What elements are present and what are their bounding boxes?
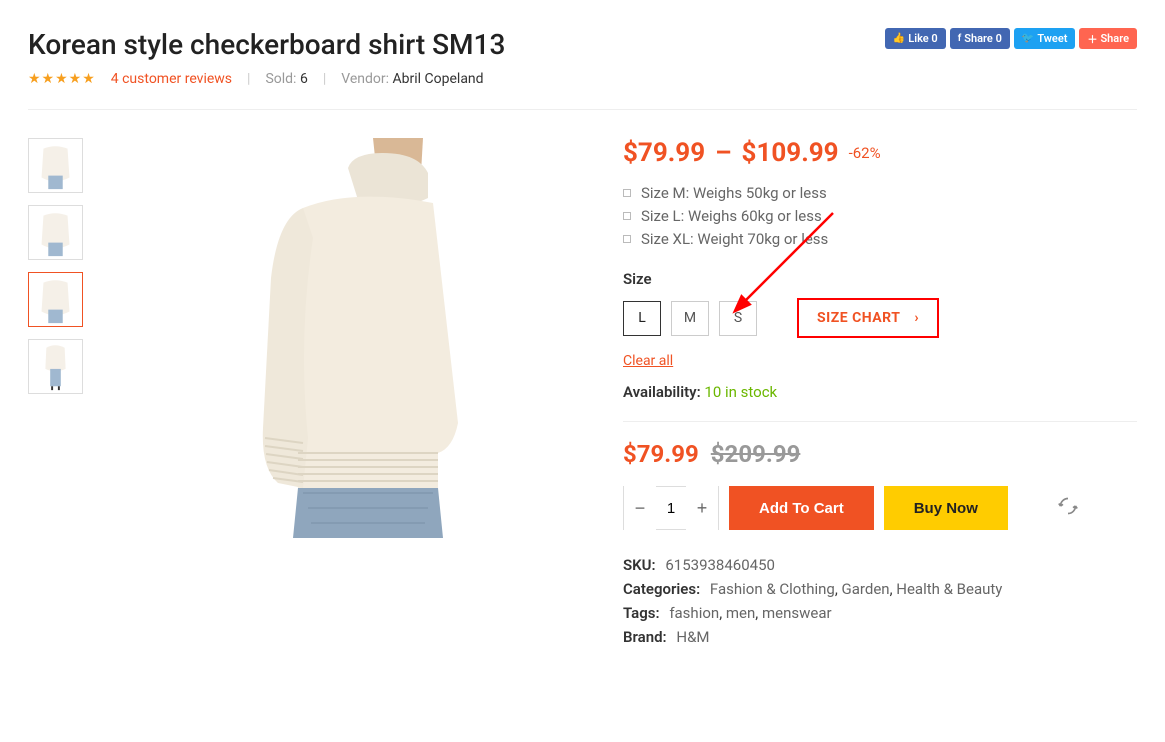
size-option-s[interactable]: S (719, 301, 757, 336)
list-item: Size M: Weighs 50kg or less (623, 184, 1137, 202)
quantity-stepper[interactable]: − + (623, 486, 719, 530)
divider: | (323, 71, 326, 87)
size-chart-button[interactable]: SIZE CHART › (797, 298, 939, 338)
vendor: Vendor: Abril Copeland (341, 71, 483, 87)
availability: Availability: 10 in stock (623, 383, 1137, 401)
compare-icon[interactable] (1058, 496, 1078, 520)
tag-link[interactable]: men (726, 604, 755, 622)
size-option-l[interactable]: L (623, 301, 661, 336)
divider (623, 421, 1137, 422)
thumbs-up-icon: 👍 (893, 33, 905, 44)
plus-icon: ＋ (1087, 31, 1097, 46)
chevron-right-icon: › (914, 310, 919, 326)
qty-minus-button[interactable]: − (624, 486, 656, 530)
fb-share-button[interactable]: fShare 0 (950, 28, 1010, 49)
thumbnail[interactable] (28, 339, 83, 394)
tweet-button[interactable]: 🐦Tweet (1014, 28, 1076, 49)
thumbnail[interactable] (28, 205, 83, 260)
final-price: $79.99 $209.99 (623, 440, 1137, 468)
categories-row: Categories: Fashion & Clothing, Garden, … (623, 580, 1137, 598)
clear-all-link[interactable]: Clear all (623, 353, 673, 369)
reviews-link[interactable]: 4 customer reviews (111, 71, 232, 87)
divider: | (247, 71, 250, 87)
rating-stars: ★★★★★ (28, 71, 96, 87)
buy-now-button[interactable]: Buy Now (884, 486, 1008, 530)
size-option-m[interactable]: M (671, 301, 709, 336)
price-range: $79.99 – $109.99 -62% (623, 138, 1137, 168)
fb-like-button[interactable]: 👍Like 0 (885, 28, 946, 49)
fb-icon: f (958, 33, 962, 44)
main-product-image[interactable] (113, 138, 593, 568)
size-label: Size (623, 270, 1137, 288)
tags-row: Tags: fashion, men, menswear (623, 604, 1137, 622)
qty-plus-button[interactable]: + (686, 486, 718, 530)
sold-label: Sold: 6 (265, 71, 307, 87)
product-title: Korean style checkerboard shirt SM13 (28, 28, 505, 61)
category-link[interactable]: Fashion & Clothing (710, 580, 835, 598)
category-link[interactable]: Health & Beauty (896, 580, 1002, 598)
size-notes: Size M: Weighs 50kg or less Size L: Weig… (623, 184, 1137, 248)
brand-row: Brand: H&M (623, 628, 1137, 646)
thumbnail-list (28, 138, 83, 652)
list-item: Size L: Weighs 60kg or less (623, 207, 1137, 225)
thumbnail[interactable] (28, 272, 83, 327)
add-to-cart-button[interactable]: Add To Cart (729, 486, 874, 530)
divider (28, 109, 1137, 110)
category-link[interactable]: Garden (842, 580, 890, 598)
tag-link[interactable]: fashion (669, 604, 719, 622)
qty-input[interactable] (656, 500, 686, 517)
addthis-share-button[interactable]: ＋Share (1079, 28, 1137, 49)
brand-link[interactable]: H&M (676, 628, 709, 646)
sku-row: SKU: 6153938460450 (623, 556, 1137, 574)
twitter-icon: 🐦 (1022, 33, 1034, 44)
list-item: Size XL: Weight 70kg or less (623, 230, 1137, 248)
tag-link[interactable]: menswear (762, 604, 832, 622)
thumbnail[interactable] (28, 138, 83, 193)
discount-badge: -62% (849, 144, 881, 162)
